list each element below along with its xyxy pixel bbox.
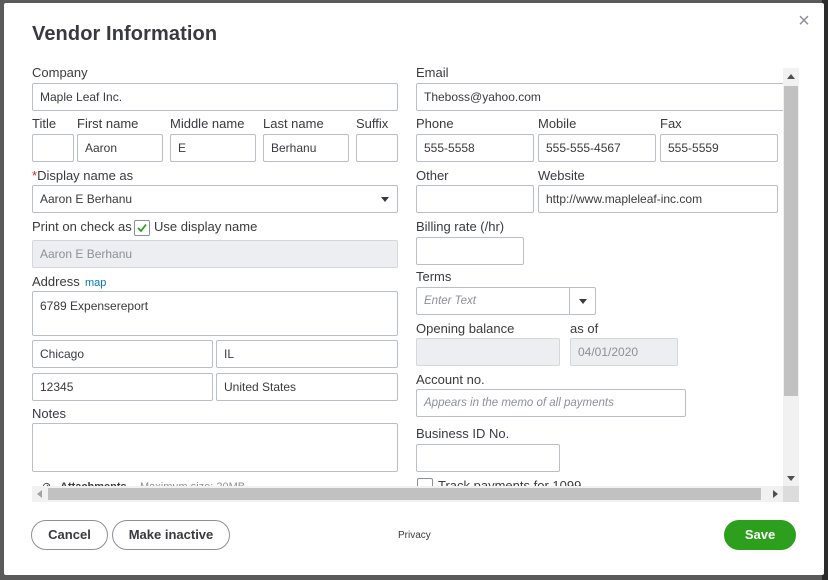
checkmark-icon bbox=[137, 223, 147, 233]
mobile-label: Mobile bbox=[538, 116, 577, 131]
billing-rate-input[interactable] bbox=[416, 237, 524, 265]
notes-textarea[interactable] bbox=[32, 423, 398, 472]
phone-input[interactable]: 555-5558 bbox=[416, 134, 534, 162]
vendor-information-dialog: × Vendor Information Company Maple Leaf … bbox=[4, 3, 824, 575]
terms-placeholder: Enter Text bbox=[424, 295, 476, 307]
business-id-input[interactable] bbox=[416, 444, 560, 472]
form-scroll-area: Company Maple Leaf Inc. Title First name… bbox=[28, 65, 798, 489]
suffix-input[interactable] bbox=[356, 134, 398, 162]
privacy-link[interactable]: Privacy bbox=[398, 530, 431, 541]
dialog-title: Vendor Information bbox=[32, 23, 218, 45]
phone-label: Phone bbox=[416, 116, 454, 131]
notes-label: Notes bbox=[32, 406, 66, 421]
other-input[interactable] bbox=[416, 185, 534, 213]
country-input[interactable]: United States bbox=[216, 373, 398, 401]
as-of-date-input: 04/01/2020 bbox=[570, 338, 678, 366]
suffix-label: Suffix bbox=[356, 116, 389, 131]
last-name-input[interactable]: Berhanu bbox=[263, 134, 349, 162]
scrollbar-corner bbox=[783, 486, 799, 502]
fax-label: Fax bbox=[660, 116, 682, 131]
vertical-scrollbar-thumb[interactable] bbox=[784, 86, 798, 396]
make-inactive-button[interactable]: Make inactive bbox=[112, 520, 230, 550]
chevron-down-icon bbox=[381, 197, 389, 202]
print-on-check-label: Print on check as bbox=[32, 219, 132, 234]
use-display-name-checkbox[interactable] bbox=[134, 220, 150, 236]
scroll-up-arrow-icon[interactable] bbox=[787, 74, 795, 79]
middle-name-input[interactable]: E bbox=[170, 134, 256, 162]
terms-select[interactable]: Enter Text bbox=[416, 287, 596, 315]
opening-balance-label: Opening balance bbox=[416, 321, 515, 336]
business-id-label: Business ID No. bbox=[416, 426, 510, 441]
fax-input[interactable]: 555-5559 bbox=[660, 134, 778, 162]
first-name-label: First name bbox=[77, 116, 139, 131]
billing-rate-label: Billing rate (/hr) bbox=[416, 219, 505, 234]
email-input[interactable]: Theboss@yahoo.com bbox=[416, 83, 788, 111]
use-display-name-label: Use display name bbox=[154, 219, 258, 234]
as-of-label: as of bbox=[570, 321, 599, 336]
state-input[interactable]: IL bbox=[216, 340, 398, 368]
scroll-left-arrow-icon[interactable] bbox=[37, 490, 42, 498]
address-label: Address bbox=[32, 274, 80, 289]
chevron-down-icon bbox=[579, 299, 587, 304]
first-name-input[interactable]: Aaron bbox=[77, 134, 163, 162]
account-no-input[interactable]: Appears in the memo of all payments bbox=[416, 389, 686, 417]
website-input[interactable]: http://www.mapleleaf-inc.com bbox=[538, 185, 778, 213]
middle-name-label: Middle name bbox=[170, 116, 245, 131]
display-name-select[interactable]: Aaron E Berhanu bbox=[32, 185, 398, 213]
title-input[interactable] bbox=[32, 134, 74, 162]
display-name-label: *Display name as bbox=[32, 168, 133, 183]
cancel-button[interactable]: Cancel bbox=[31, 520, 108, 550]
mobile-input[interactable]: 555-555-4567 bbox=[538, 134, 656, 162]
vertical-scrollbar[interactable] bbox=[783, 68, 799, 486]
close-icon[interactable]: × bbox=[794, 11, 814, 31]
map-link[interactable]: map bbox=[85, 277, 106, 289]
company-input[interactable]: Maple Leaf Inc. bbox=[32, 83, 398, 111]
scroll-down-arrow-icon[interactable] bbox=[787, 476, 795, 481]
scroll-right-arrow-icon[interactable] bbox=[773, 490, 778, 498]
horizontal-scrollbar[interactable] bbox=[32, 486, 783, 502]
zip-input[interactable]: 12345 bbox=[32, 373, 213, 401]
terms-label: Terms bbox=[416, 269, 452, 284]
website-label: Website bbox=[538, 168, 585, 183]
opening-balance-input bbox=[416, 338, 560, 366]
save-button[interactable]: Save bbox=[724, 520, 796, 550]
last-name-label: Last name bbox=[263, 116, 324, 131]
street-address-textarea[interactable]: 6789 Expensereport bbox=[32, 291, 398, 336]
city-input[interactable]: Chicago bbox=[32, 340, 213, 368]
print-on-check-input: Aaron E Berhanu bbox=[32, 240, 398, 268]
display-name-label-text: Display name as bbox=[37, 168, 134, 183]
horizontal-scrollbar-thumb[interactable] bbox=[48, 488, 761, 500]
display-name-value: Aaron E Berhanu bbox=[40, 192, 133, 206]
company-label: Company bbox=[32, 65, 88, 80]
other-label: Other bbox=[416, 168, 449, 183]
email-label: Email bbox=[416, 65, 449, 80]
title-label: Title bbox=[32, 116, 57, 131]
account-no-label: Account no. bbox=[416, 372, 485, 387]
